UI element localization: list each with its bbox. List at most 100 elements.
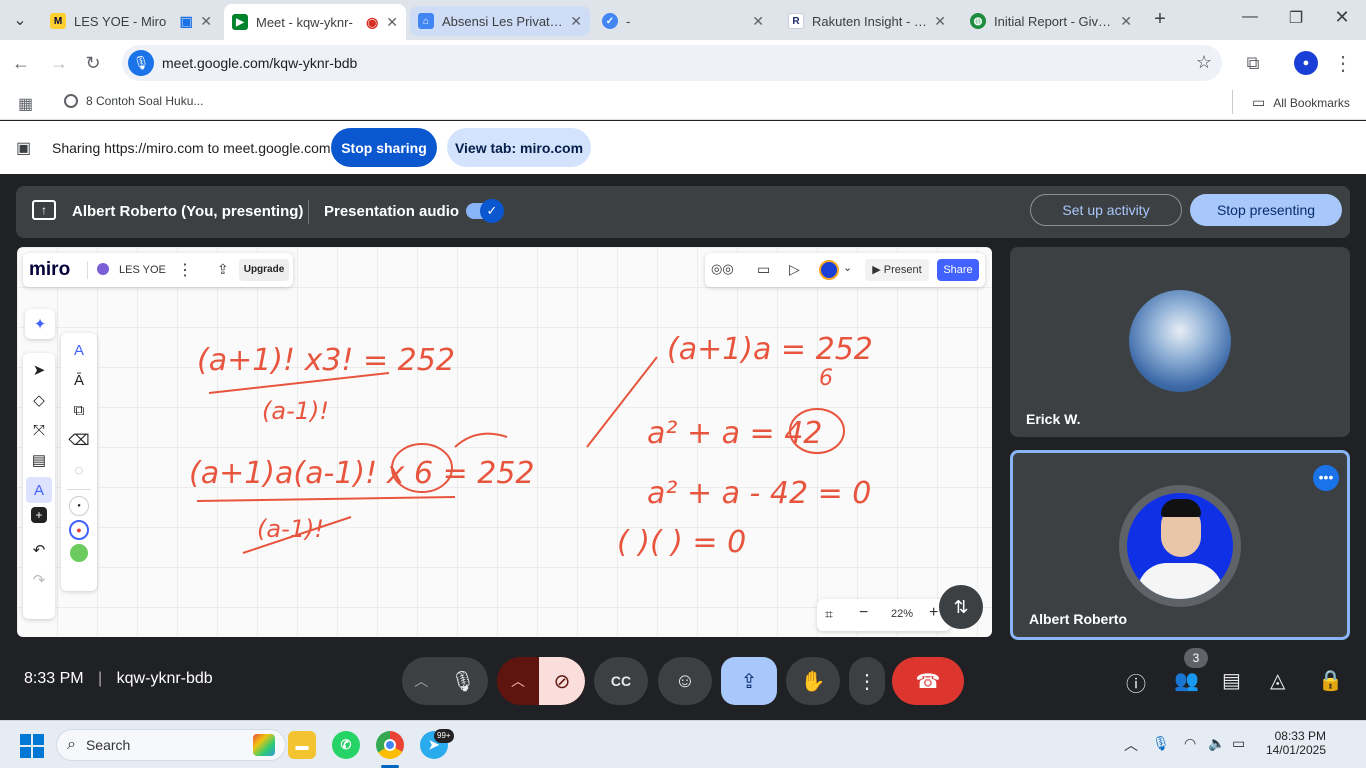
globe-icon — [64, 94, 78, 108]
whatsapp-icon[interactable]: ✆ — [332, 731, 360, 759]
divider — [1232, 90, 1233, 114]
video-options-chevron-icon[interactable]: ︿ — [497, 671, 539, 691]
google-meet-tab-icon: ▶ — [232, 14, 248, 30]
recording-indicator-icon: ◉ — [366, 13, 379, 30]
windows-start-icon[interactable] — [20, 734, 44, 758]
tab-absensi[interactable]: ⌂ Absensi Les Privat – S ✕ — [410, 6, 590, 36]
browser-toolbar: ← → ↻ 🎙 meet.google.com/kqw-yknr-bdb ☆ ⧉… — [0, 40, 1366, 86]
camera-control: ︿ ⊘ — [497, 657, 585, 705]
meeting-info: 8:33 PM | kqw-yknr-bdb — [24, 670, 213, 687]
arrow-annotation — [454, 432, 508, 448]
presenter-label: Albert Roberto (You, presenting) — [72, 203, 304, 220]
end-call-icon[interactable]: ☎ — [892, 657, 964, 705]
meeting-details-icon[interactable]: ⓘ — [1126, 668, 1146, 697]
raise-hand-icon[interactable]: ✋ — [786, 657, 840, 705]
screen-share-icon: ▣ — [16, 140, 32, 157]
wifi-icon[interactable]: ◠ — [1184, 735, 1196, 752]
tab-strip: ⌄ M LES YOE - Miro ▣ ✕ ▶ Meet - kqw-yknr… — [0, 0, 1366, 40]
present-screen-icon: ↑ — [32, 200, 56, 220]
tab-search-chevron-icon[interactable]: ⌄ — [8, 10, 32, 30]
zoom-level[interactable]: 22% — [891, 608, 913, 620]
bookmark-star-icon[interactable]: ☆ — [1196, 52, 1212, 73]
microphone-in-use-icon[interactable]: 🎙 — [1152, 735, 1170, 752]
activities-icon[interactable]: ◬ — [1270, 668, 1285, 693]
host-controls-icon[interactable]: 🔒 — [1318, 668, 1343, 693]
miro-tab-icon: M — [50, 13, 66, 29]
close-tab-icon[interactable]: ✕ — [200, 13, 212, 30]
tab-dash[interactable]: ✓ - ✕ — [594, 6, 772, 36]
all-bookmarks-button[interactable]: ▭ All Bookmarks — [1252, 94, 1350, 111]
close-tab-icon[interactable]: ✕ — [1120, 13, 1132, 30]
presentation-audio-toggle[interactable]: ✓ — [466, 199, 504, 223]
close-tab-icon[interactable]: ✕ — [386, 14, 398, 31]
close-tab-icon[interactable]: ✕ — [570, 13, 582, 30]
tab-meet[interactable]: ▶ Meet - kqw-yknr- ◉ ✕ — [224, 4, 406, 40]
stop-sharing-button[interactable]: Stop sharing — [331, 128, 437, 167]
folder-icon: ▭ — [1252, 94, 1266, 110]
captions-icon[interactable]: CC — [594, 657, 648, 705]
people-icon[interactable]: 👥 — [1174, 668, 1199, 693]
participant-name: Albert Roberto — [1029, 611, 1127, 627]
meet-window: ↑ Albert Roberto (You, presenting) Prese… — [0, 174, 1366, 720]
minimize-window-icon[interactable]: — — [1238, 8, 1262, 26]
sharing-bar: ▣ Sharing https://miro.com to meet.googl… — [0, 121, 1366, 174]
close-window-icon[interactable]: ✕ — [1330, 7, 1354, 28]
url-text: meet.google.com/kqw-yknr-bdb — [162, 55, 358, 71]
screen-share-indicator-icon: ▣ — [179, 12, 193, 29]
taskbar-clock[interactable]: 08:33 PM 14/01/2025 — [1262, 729, 1326, 757]
globe-tab-icon: ◍ — [970, 13, 986, 29]
frames-icon[interactable]: ⌗ — [825, 606, 833, 623]
zoom-in-icon[interactable]: + — [929, 604, 938, 622]
tab-rakuten[interactable]: R Rakuten Insight - Sur ✕ — [780, 6, 954, 36]
volume-icon[interactable]: 🔈 — [1208, 735, 1225, 752]
emoji-icon[interactable]: ☺ — [658, 657, 712, 705]
more-options-icon[interactable]: ••• — [1313, 465, 1339, 491]
chrome-menu-icon[interactable]: ⋮ — [1330, 50, 1356, 76]
tab-miro[interactable]: M LES YOE - Miro ▣ ✕ — [42, 6, 220, 36]
taskbar: ⌕ Search ▬ ✆ ➤ 99+ ︿ 🎙 ◠ 🔈 ▭ 08:33 PM 14… — [0, 720, 1366, 768]
view-tab-button[interactable]: View tab: miro.com — [447, 128, 591, 167]
address-bar[interactable]: 🎙 meet.google.com/kqw-yknr-bdb ☆ — [122, 45, 1222, 81]
participant-name: Erick W. — [1026, 411, 1081, 427]
set-up-activity-button[interactable]: Set up activity — [1030, 194, 1182, 226]
extensions-icon[interactable]: ⧉ — [1240, 50, 1266, 76]
avatar-ring — [1119, 485, 1241, 607]
presenting-bar: ↑ Albert Roberto (You, presenting) Prese… — [16, 186, 1350, 238]
file-explorer-icon[interactable]: ▬ — [288, 731, 316, 759]
close-tab-icon[interactable]: ✕ — [752, 13, 764, 30]
tab-initial-report[interactable]: ◍ Initial Report - Give u ✕ — [962, 6, 1140, 36]
avatar — [1129, 290, 1231, 392]
back-arrow-icon[interactable]: ← — [8, 50, 34, 76]
miro-zoom-bar: ⌗ − 22% + — [817, 599, 951, 631]
bookmark-item[interactable]: 8 Contoh Soal Huku... — [64, 94, 203, 108]
restore-window-icon[interactable]: ❐ — [1284, 8, 1308, 28]
camera-off-icon[interactable]: ⊘ — [539, 657, 585, 705]
swap-layout-icon[interactable]: ⇅ — [939, 585, 983, 629]
system-tray-chevron-icon[interactable]: ︿ — [1124, 735, 1138, 755]
taskbar-search[interactable]: ⌕ Search — [56, 729, 286, 761]
participant-tile-self[interactable]: ••• Albert Roberto — [1010, 450, 1350, 640]
fraction-line — [196, 496, 456, 502]
close-tab-icon[interactable]: ✕ — [934, 13, 946, 30]
microphone-access-icon[interactable]: 🎙 — [128, 50, 154, 76]
present-now-icon[interactable]: ⇪ — [721, 657, 777, 705]
more-options-icon[interactable]: ⋮ — [849, 657, 885, 705]
participant-tile[interactable]: Erick W. — [1010, 247, 1350, 437]
reload-icon[interactable]: ↻ — [80, 50, 106, 76]
equation-right4: ( )( ) = 0 — [617, 525, 746, 560]
bookmarks-bar: ▦ 8 Contoh Soal Huku... ▭ All Bookmarks — [0, 86, 1366, 120]
microphone-icon[interactable]: 🎙 — [450, 669, 475, 694]
apps-grid-icon[interactable]: ▦ — [18, 94, 33, 114]
stop-presenting-button[interactable]: Stop presenting — [1190, 194, 1342, 226]
equation-line2: (a+1)a(a-1)! x 6 = 252 — [189, 456, 535, 491]
chat-icon[interactable]: ▤ — [1222, 668, 1241, 693]
battery-icon[interactable]: ▭ — [1232, 735, 1245, 752]
chrome-icon[interactable] — [376, 731, 404, 759]
zoom-out-icon[interactable]: − — [859, 604, 868, 622]
audio-options-chevron-icon[interactable]: ︿ — [414, 671, 428, 691]
forward-arrow-icon[interactable]: → — [46, 50, 72, 76]
equation-right3: a² + a - 42 = 0 — [647, 476, 871, 511]
profile-avatar[interactable]: ● — [1294, 51, 1318, 75]
presentation-audio-label: Presentation audio — [324, 203, 460, 220]
new-tab-plus-icon[interactable]: + — [1148, 8, 1172, 31]
